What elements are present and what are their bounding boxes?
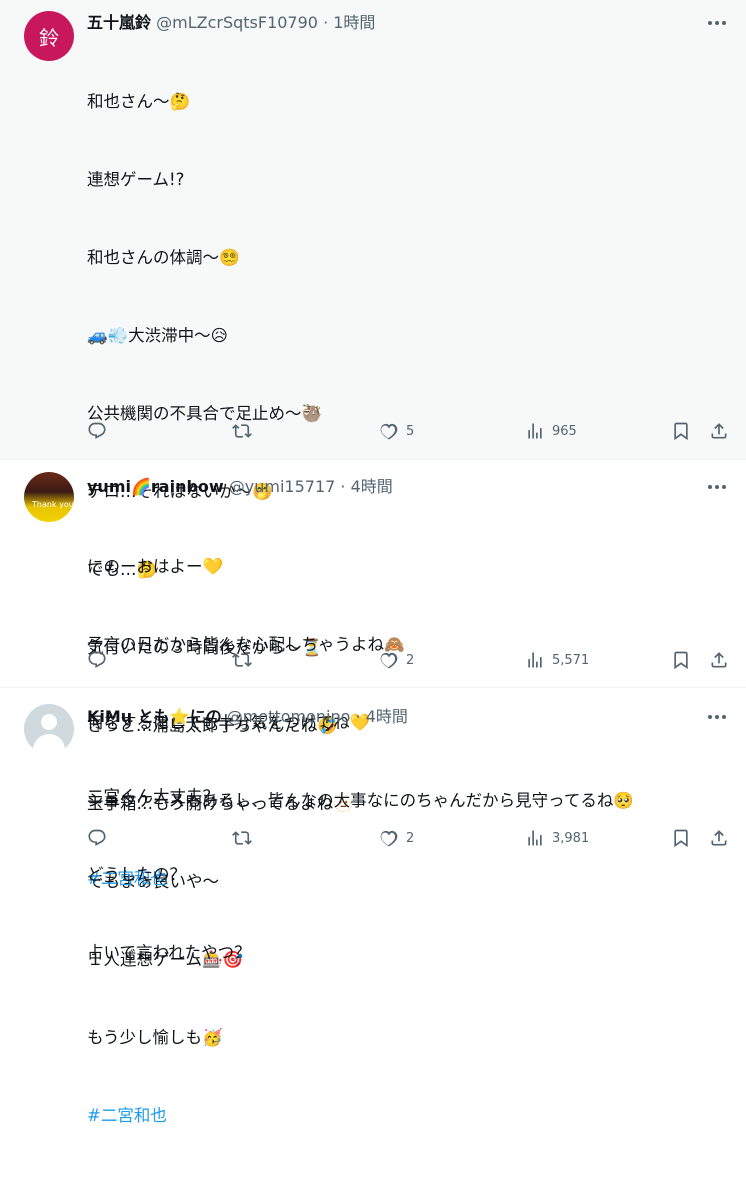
bookmark-button[interactable] [671,826,691,850]
tweet-line: 🚙💨大渋滞中〜😥 [87,326,228,345]
tweet-line: 連想ゲーム!? [87,170,185,189]
retweet-button[interactable] [232,826,259,850]
bookmark-icon [674,422,688,441]
avatar[interactable]: Thank you [24,472,74,522]
like-button[interactable]: 2 [379,826,414,850]
more-icon[interactable] [706,478,728,496]
like-count: 2 [406,830,415,846]
retweet-icon [232,653,252,667]
retweet-button[interactable] [232,648,259,672]
hashtag-link[interactable]: #二宮和也 [87,1103,354,1129]
bookmark-button[interactable] [671,648,691,672]
share-button[interactable] [709,648,729,672]
bookmark-icon [674,651,688,670]
tweet-line: 和也さんの体調〜😵‍💫 [87,248,240,267]
tweet-line: 和也さん〜🤔 [87,92,191,111]
default-avatar-head [41,714,57,730]
bookmark-icon [674,829,688,848]
views-icon [528,423,542,439]
tweet-line: もう少し愉しも🥳 [87,1028,223,1047]
view-count: 965 [552,423,577,439]
views-button[interactable]: 5,571 [525,648,589,672]
like-count: 2 [406,652,415,668]
like-count: 5 [406,423,415,439]
view-count: 3,981 [552,830,590,846]
separator: · [340,477,346,496]
share-icon [711,652,727,668]
tweet-line: 二宮くん大丈夫？ [87,787,219,806]
reply-icon [88,651,106,668]
tweet-line: にのーおはよー💛 [87,557,224,576]
tweet-line: 占いで言われたやつ？ [87,943,251,962]
views-button[interactable]: 965 [525,419,577,443]
display-name[interactable]: yumi🌈rainbow [87,477,224,496]
reply-icon [88,829,106,846]
tweet-header: 五十嵐鈴 @mLZcrSqtsF10790 · 1時間 [87,11,375,35]
retweet-icon [232,831,252,845]
user-handle[interactable]: @yumi15717 [229,477,336,496]
tweet[interactable]: KiMu とも⭐にの @mottomonino · 4時間 二宮くん大丈夫？ ど… [0,687,746,962]
tweet[interactable]: 鈴 五十嵐鈴 @mLZcrSqtsF10790 · 1時間 和也さん〜🤔 連想ゲ… [0,0,746,1125]
more-icon[interactable] [706,14,728,32]
share-button[interactable] [709,826,729,850]
retweet-button[interactable] [232,419,259,443]
timestamp[interactable]: 1時間 [333,13,375,32]
like-icon [380,652,398,669]
display-name[interactable]: KiMu とも⭐にの [87,707,222,726]
like-button[interactable]: 2 [379,648,414,672]
user-handle[interactable]: @mLZcrSqtsF10790 [156,13,318,32]
separator: · [323,13,329,32]
tweet-actions: 5 965 [87,419,737,443]
view-count: 5,571 [552,652,590,668]
avatar-caption: Thank you [32,500,74,509]
share-icon [711,830,727,846]
tweet-header: KiMu とも⭐にの @mottomonino · 4時間 [87,705,408,729]
like-button[interactable]: 5 [379,419,414,443]
more-icon[interactable] [706,708,728,726]
timestamp[interactable]: 4時間 [366,707,408,726]
like-icon [380,830,398,847]
views-icon [528,830,542,846]
tweet-actions: 2 5,571 [87,648,737,672]
share-button[interactable] [709,419,729,443]
avatar[interactable]: 鈴 [24,11,74,61]
display-name[interactable]: 五十嵐鈴 [87,13,151,32]
reply-button[interactable] [87,419,114,443]
reply-button[interactable] [87,826,114,850]
avatar[interactable] [24,704,74,754]
reply-button[interactable] [87,648,114,672]
avatar-initial: 鈴 [39,25,59,50]
share-icon [711,423,727,439]
views-icon [528,652,542,668]
retweet-icon [232,424,252,438]
tweet-actions: 2 3,981 [87,826,737,850]
separator: · [355,707,361,726]
timestamp[interactable]: 4時間 [351,477,393,496]
views-button[interactable]: 3,981 [525,826,589,850]
user-handle[interactable]: @mottomonino [227,707,351,726]
tweet-header: yumi🌈rainbow @yumi15717 · 4時間 [87,475,393,499]
tweet-text: 二宮くん大丈夫？ どうしたの？ 占いで言われたやつ？ [87,732,251,1018]
tweet-line: どうしたの？ [87,865,186,884]
tweet[interactable]: Thank you yumi🌈rainbow @yumi15717 · 4時間 … [0,459,746,888]
reply-icon [88,422,106,439]
bookmark-button[interactable] [671,419,691,443]
default-avatar-body [33,734,65,754]
like-icon [380,423,398,440]
